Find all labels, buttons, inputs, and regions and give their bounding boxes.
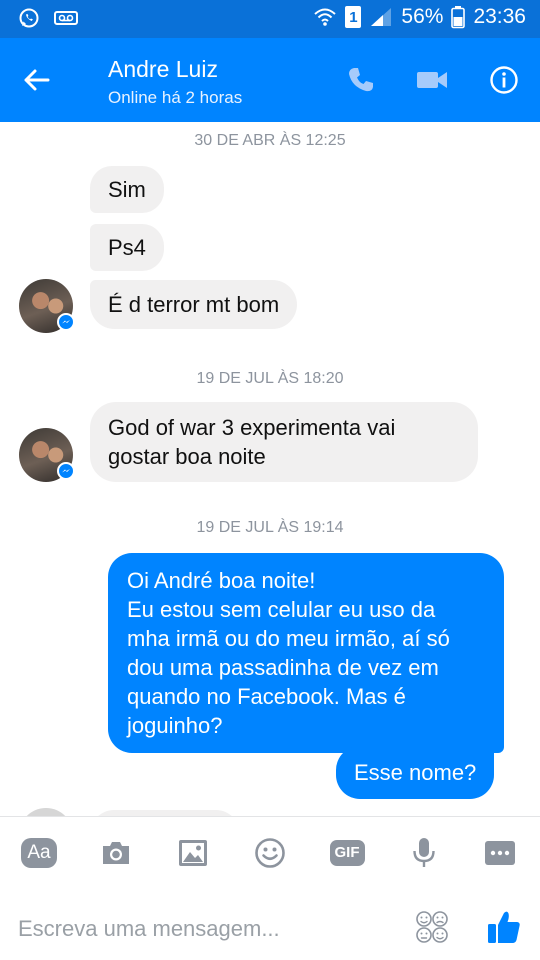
message-text-line: mha irmã ou do meu irmão, aí só	[127, 626, 450, 651]
message-text-line: gostar boa noite	[108, 444, 266, 469]
message-input[interactable]	[18, 911, 398, 947]
battery-icon	[451, 5, 466, 29]
more-icon	[485, 841, 515, 865]
stickers-icon	[416, 911, 448, 943]
text-style-button[interactable]: Aa	[17, 833, 61, 873]
battery-percent: 56%	[401, 5, 444, 28]
camera-button[interactable]	[94, 833, 138, 873]
clock: 23:36	[473, 5, 526, 28]
message-list[interactable]: 30 DE ABR ÀS 12:25 Sim Ps4 É d terror mt…	[0, 122, 540, 816]
timestamp: 30 DE ABR ÀS 12:25	[194, 132, 346, 149]
avatar[interactable]	[19, 279, 75, 333]
microphone-icon	[413, 838, 435, 867]
message-text: Sim	[108, 177, 146, 202]
message-text-line: dou uma passadinha de vez em	[127, 655, 439, 680]
incoming-message[interactable]: É d terror mt bom	[90, 280, 298, 329]
like-button[interactable]	[484, 905, 524, 949]
message-text: Esse nome?	[354, 760, 477, 785]
gif-button[interactable]: GIF	[325, 833, 369, 873]
gif-label: GIF	[329, 840, 365, 866]
image-icon	[179, 840, 207, 866]
info-button[interactable]	[484, 60, 524, 100]
stickers-button[interactable]	[412, 907, 452, 947]
emoji-button[interactable]	[248, 833, 292, 873]
message-text-line: Oi André boa noite!	[127, 568, 316, 593]
outgoing-message[interactable]: Esse nome?	[336, 746, 495, 799]
messenger-badge-icon	[57, 462, 75, 480]
timestamp: 19 DE JUL ÀS 18:20	[196, 370, 344, 387]
like-thumb-icon	[488, 911, 520, 943]
microphone-button[interactable]	[402, 833, 446, 873]
voicemail-icon	[54, 10, 78, 26]
contact-status: Online há 2 horas	[108, 88, 243, 107]
composer: Aa GIF	[0, 816, 540, 960]
avatar[interactable]	[19, 428, 75, 482]
smiley-icon	[255, 838, 285, 868]
gallery-button[interactable]	[171, 833, 215, 873]
composer-toolbar: Aa GIF	[0, 817, 540, 889]
message-text: É d terror mt bom	[108, 292, 280, 317]
message-text-line: joguinho?	[127, 713, 223, 738]
video-call-button[interactable]	[412, 60, 452, 100]
video-camera-icon	[417, 72, 447, 88]
info-icon	[490, 66, 518, 94]
outgoing-message[interactable]: Oi André boa noite! Eu estou sem celular…	[108, 553, 504, 753]
sim-icon: 1	[345, 6, 362, 28]
contact-name[interactable]: Andre Luiz	[108, 56, 218, 83]
timestamp: 19 DE JUL ÀS 19:14	[196, 519, 344, 536]
status-bar: 1 56% 23:36	[0, 0, 540, 38]
voice-call-button[interactable]	[341, 60, 381, 100]
signal-icon	[369, 6, 393, 28]
incoming-message[interactable]: Ps4	[90, 224, 164, 271]
incoming-message[interactable]: Sim	[90, 166, 164, 213]
whatsapp-icon	[18, 7, 40, 29]
camera-icon	[103, 842, 129, 864]
wifi-icon	[313, 6, 337, 28]
more-button[interactable]	[478, 833, 522, 873]
message-text-line: God of war 3 experimenta vai	[108, 415, 396, 440]
message-text: Ps4	[108, 235, 146, 260]
messenger-badge-icon	[57, 313, 75, 331]
back-button[interactable]	[14, 58, 58, 102]
message-text-line: quando no Facebook. Mas é	[127, 684, 406, 709]
phone-icon	[349, 68, 373, 92]
avatar-partial	[19, 808, 73, 816]
incoming-message[interactable]: God of war 3 experimenta vai gostar boa …	[90, 402, 478, 482]
conversation-header: Andre Luiz Online há 2 horas	[0, 38, 540, 122]
message-text-line: Eu estou sem celular eu uso da	[127, 597, 436, 622]
back-arrow-icon	[24, 69, 50, 91]
text-style-label: Aa	[21, 838, 57, 868]
